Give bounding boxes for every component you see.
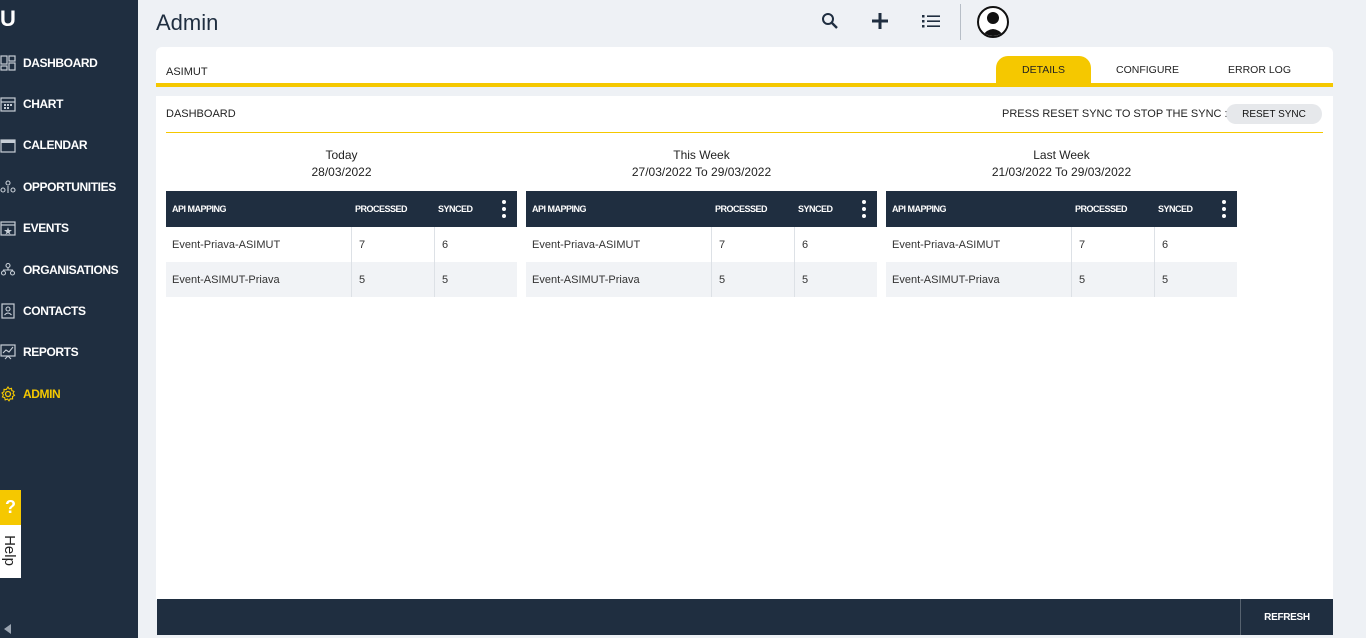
cell-processed: 7	[351, 227, 434, 262]
divider	[166, 132, 1323, 133]
help-question-icon[interactable]: ?	[0, 490, 21, 525]
sidebar-item-label: DASHBOARD	[23, 56, 98, 70]
sidebar-item-events[interactable]: EVENTS	[0, 213, 138, 243]
column-header-api-mapping[interactable]: API MAPPING	[886, 204, 1071, 214]
column-header-processed[interactable]: PROCESSED	[1071, 204, 1154, 214]
cell-synced: 6	[1154, 227, 1237, 262]
table-row: Event-ASIMUT-Priava 5 5	[526, 262, 877, 297]
sidebar-item-admin[interactable]: ADMIN	[0, 379, 138, 409]
sidebar-item-calendar[interactable]: CALENDAR	[0, 130, 138, 160]
dashboard-icon	[0, 55, 16, 71]
sidebar-item-label: CHART	[23, 97, 63, 111]
group-date-range: 28/03/2022	[311, 165, 372, 179]
cell-synced: 5	[1154, 262, 1237, 297]
reports-icon	[0, 344, 16, 360]
group-date-range: 27/03/2022 To 29/03/2022	[631, 165, 772, 179]
sidebar-item-label: REPORTS	[23, 345, 79, 359]
sidebar-item-opportunities[interactable]: OPPORTUNITIES	[0, 172, 138, 202]
sidebar-item-label: CONTACTS	[23, 304, 86, 318]
cell-api-mapping: Event-Priava-ASIMUT	[892, 238, 1001, 251]
sync-group-this-week: This Week 27/03/2022 To 29/03/2022 API M…	[526, 147, 877, 297]
help-widget[interactable]: ? Help	[0, 490, 21, 578]
group-title: Last Week	[1033, 148, 1090, 162]
sync-table: API MAPPING PROCESSED SYNCED Event-Priav…	[526, 191, 877, 297]
table-row: Event-Priava-ASIMUT 7 6	[166, 227, 517, 262]
sidebar: U DASHBOARD CHART CALENDAR OPPORTUNITIES…	[0, 0, 138, 638]
sidebar-item-label: EVENTS	[23, 221, 69, 235]
opportunities-icon	[0, 179, 16, 195]
plus-icon[interactable]	[869, 10, 891, 32]
tab-details[interactable]: DETAILS	[996, 56, 1091, 83]
sync-table: API MAPPING PROCESSED SYNCED Event-Priav…	[886, 191, 1237, 297]
cell-api-mapping: Event-ASIMUT-Priava	[172, 273, 280, 286]
cell-synced: 6	[794, 227, 877, 262]
user-avatar-icon[interactable]	[977, 6, 1009, 38]
module-name: ASIMUT	[166, 66, 208, 78]
cell-api-mapping: Event-ASIMUT-Priava	[892, 273, 1000, 286]
header-divider	[960, 4, 961, 40]
sidebar-item-organisations[interactable]: ORGANISATIONS	[0, 255, 138, 285]
footer-bar: REFRESH	[157, 599, 1333, 635]
group-title: This Week	[673, 148, 730, 162]
sidebar-item-label: ORGANISATIONS	[23, 263, 119, 277]
refresh-button[interactable]: REFRESH	[1241, 599, 1333, 635]
sidebar-item-reports[interactable]: REPORTS	[0, 337, 138, 367]
sync-group-today: Today 28/03/2022 API MAPPING PROCESSED S…	[166, 147, 517, 297]
table-header: API MAPPING PROCESSED SYNCED	[526, 191, 877, 227]
events-icon	[0, 220, 16, 236]
app-logo: U	[0, 6, 16, 31]
list-icon[interactable]	[920, 10, 942, 32]
table-row: Event-Priava-ASIMUT 7 6	[886, 227, 1237, 262]
dashboard-label: DASHBOARD	[166, 108, 236, 120]
cell-synced: 6	[434, 227, 517, 262]
cell-processed: 7	[711, 227, 794, 262]
module-tabbar: ASIMUT DETAILS CONFIGURE ERROR LOG	[156, 47, 1333, 87]
column-header-processed[interactable]: PROCESSED	[351, 204, 434, 214]
cell-processed: 5	[711, 262, 794, 297]
sidebar-item-chart[interactable]: CHART	[0, 89, 138, 119]
column-header-api-mapping[interactable]: API MAPPING	[526, 204, 711, 214]
column-menu-icon[interactable]	[1222, 200, 1226, 218]
table-header: API MAPPING PROCESSED SYNCED	[166, 191, 517, 227]
table-header: API MAPPING PROCESSED SYNCED	[886, 191, 1237, 227]
collapse-sidebar-icon[interactable]	[4, 624, 11, 634]
cell-api-mapping: Event-Priava-ASIMUT	[172, 238, 281, 251]
sidebar-item-label: OPPORTUNITIES	[23, 180, 116, 194]
search-icon[interactable]	[819, 10, 841, 32]
help-label[interactable]: Help	[1, 535, 18, 566]
table-row: Event-ASIMUT-Priava 5 5	[886, 262, 1237, 297]
page-title: Admin	[156, 10, 219, 35]
contacts-icon	[0, 303, 16, 319]
column-header-api-mapping[interactable]: API MAPPING	[166, 204, 351, 214]
organisations-icon	[0, 262, 16, 278]
sidebar-item-contacts[interactable]: CONTACTS	[0, 296, 138, 326]
column-menu-icon[interactable]	[862, 200, 866, 218]
cell-synced: 5	[794, 262, 877, 297]
column-header-processed[interactable]: PROCESSED	[711, 204, 794, 214]
table-row: Event-Priava-ASIMUT 7 6	[526, 227, 877, 262]
sidebar-item-label: CALENDAR	[23, 138, 88, 152]
table-row: Event-ASIMUT-Priava 5 5	[166, 262, 517, 297]
cell-api-mapping: Event-ASIMUT-Priava	[532, 273, 640, 286]
tab-error-log[interactable]: ERROR LOG	[1212, 56, 1307, 83]
calendar-icon	[0, 137, 16, 153]
dashboard-panel: DASHBOARD PRESS RESET SYNC TO STOP THE S…	[156, 96, 1333, 600]
tab-configure[interactable]: CONFIGURE	[1100, 56, 1195, 83]
cell-processed: 5	[351, 262, 434, 297]
gear-icon	[0, 386, 16, 402]
sidebar-item-label: ADMIN	[23, 387, 61, 401]
sync-instruction: PRESS RESET SYNC TO STOP THE SYNC :	[1002, 108, 1228, 120]
group-title: Today	[325, 148, 358, 162]
sync-group-last-week: Last Week 21/03/2022 To 29/03/2022 API M…	[886, 147, 1237, 297]
group-date-range: 21/03/2022 To 29/03/2022	[991, 165, 1132, 179]
sync-table: API MAPPING PROCESSED SYNCED Event-Priav…	[166, 191, 517, 297]
cell-processed: 5	[1071, 262, 1154, 297]
column-menu-icon[interactable]	[502, 200, 506, 218]
cell-processed: 7	[1071, 227, 1154, 262]
chart-icon	[0, 96, 16, 112]
cell-synced: 5	[434, 262, 517, 297]
sidebar-item-dashboard[interactable]: DASHBOARD	[0, 48, 138, 78]
cell-api-mapping: Event-Priava-ASIMUT	[532, 238, 641, 251]
reset-sync-button[interactable]: RESET SYNC	[1226, 104, 1322, 124]
